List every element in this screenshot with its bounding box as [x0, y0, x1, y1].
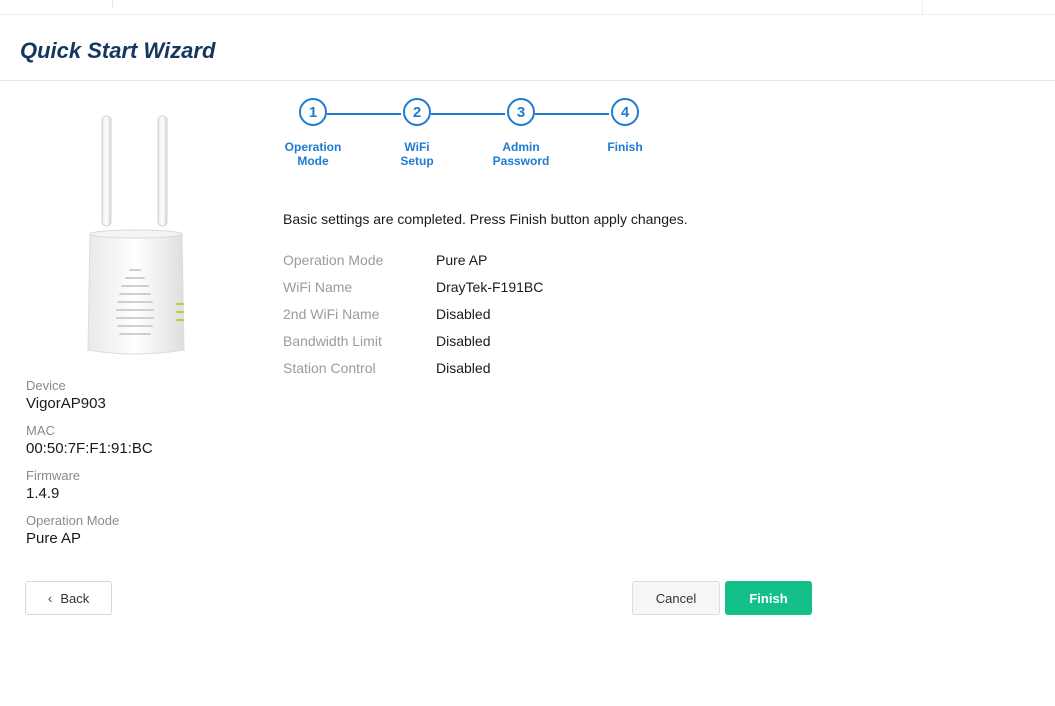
- firmware-label: Firmware: [26, 468, 81, 483]
- step-1-circle: 1: [299, 98, 327, 126]
- summary-row: WiFi Name DrayTek-F191BC: [283, 279, 543, 306]
- step-1-label-line1: Operation: [284, 140, 342, 154]
- summary-row: Bandwidth Limit Disabled: [283, 333, 543, 360]
- finish-button[interactable]: Finish: [725, 581, 812, 615]
- summary-row: Operation Mode Pure AP: [283, 252, 543, 279]
- page-title: Quick Start Wizard: [20, 38, 216, 63]
- firmware-value: 1.4.9: [26, 485, 60, 502]
- device-label: Device: [26, 378, 66, 393]
- step-1-label-line2: Mode: [297, 154, 329, 168]
- summary-value: Disabled: [436, 333, 491, 349]
- settings-summary: Operation Mode Pure AP WiFi Name DrayTek…: [283, 252, 543, 387]
- chevron-left-icon: ‹: [47, 590, 53, 606]
- device-value: VigorAP903: [26, 395, 106, 412]
- divider: [112, 0, 113, 8]
- step-connector: [535, 113, 609, 115]
- summary-value: Disabled: [436, 360, 491, 376]
- summary-key: 2nd WiFi Name: [283, 306, 380, 322]
- summary-row: 2nd WiFi Name Disabled: [283, 306, 543, 333]
- top-strip: [0, 0, 1055, 15]
- summary-row: Station Control Disabled: [283, 360, 543, 387]
- summary-value: DrayTek-F191BC: [436, 279, 544, 295]
- device-info-panel: Device VigorAP903 MAC 00:50:7F:F1:91:BC …: [26, 378, 153, 558]
- step-2-circle: 2: [403, 98, 431, 126]
- step-4-label: Finish: [580, 140, 670, 154]
- operation-mode-label: Operation Mode: [26, 513, 120, 528]
- step-2-label-line1: WiFi: [404, 140, 430, 154]
- step-3-label: Admin Password: [476, 140, 566, 168]
- mac-label: MAC: [26, 423, 55, 438]
- step-4-label-line1: Finish: [607, 140, 643, 154]
- summary-value: Disabled: [436, 306, 491, 322]
- summary-key: Station Control: [283, 360, 376, 376]
- access-point-image: [87, 115, 185, 355]
- wizard-stepper: 1 2 3 4 Operation Mode WiFi Setup Admin …: [280, 98, 680, 178]
- step-3-label-line1: Admin: [502, 140, 540, 154]
- summary-key: WiFi Name: [283, 279, 353, 295]
- step-2-label: WiFi Setup: [372, 140, 462, 168]
- completion-message: Basic settings are completed. Press Fini…: [283, 211, 688, 227]
- operation-mode-value: Pure AP: [26, 530, 82, 547]
- step-connector: [327, 113, 401, 115]
- step-4-circle: 4: [611, 98, 639, 126]
- step-2-label-line2: Setup: [400, 154, 434, 168]
- step-3-circle: 3: [507, 98, 535, 126]
- cancel-button[interactable]: Cancel: [632, 581, 720, 615]
- step-3-label-line2: Password: [492, 154, 550, 168]
- summary-key: Bandwidth Limit: [283, 333, 382, 349]
- back-button[interactable]: ‹ Back: [25, 581, 112, 615]
- step-connector: [431, 113, 505, 115]
- step-1-label: Operation Mode: [268, 140, 358, 168]
- back-button-label: Back: [60, 590, 90, 606]
- summary-value: Pure AP: [436, 252, 488, 268]
- summary-key: Operation Mode: [283, 252, 384, 268]
- title-divider: [0, 80, 1055, 81]
- divider: [922, 0, 923, 14]
- mac-value: 00:50:7F:F1:91:BC: [26, 440, 153, 457]
